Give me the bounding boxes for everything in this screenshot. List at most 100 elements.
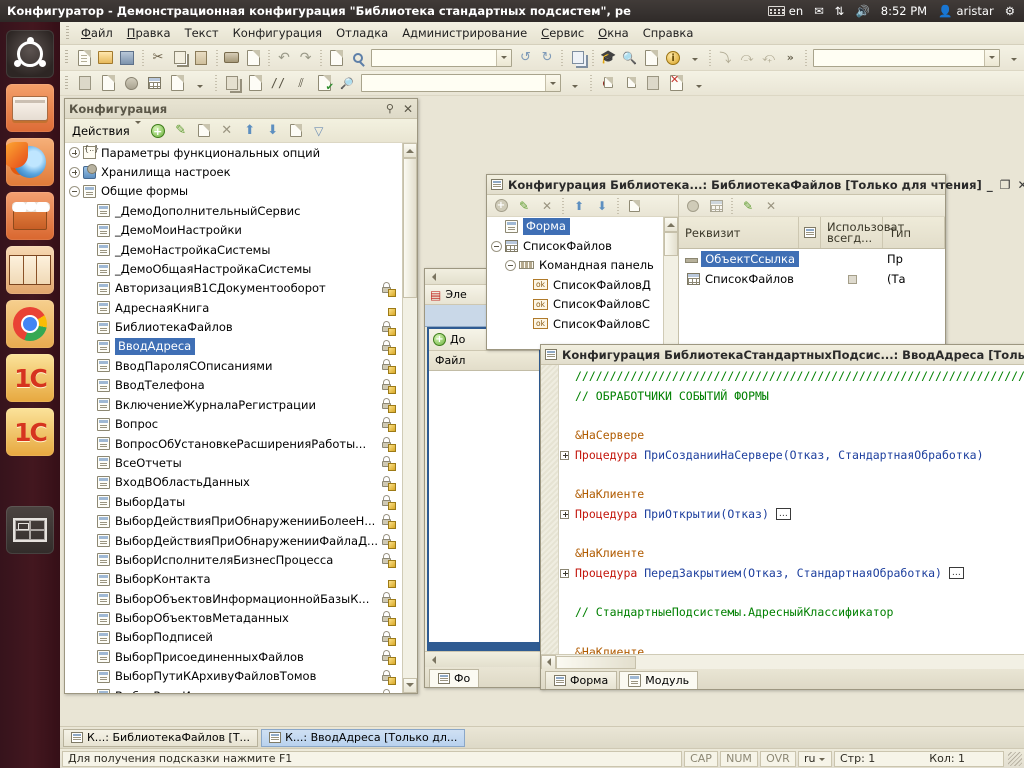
step-over-icon[interactable]: ⤼ (737, 47, 758, 69)
global-search-icon[interactable] (641, 47, 662, 69)
toolbar-combo-2[interactable] (361, 74, 561, 92)
add-attribute-icon[interactable] (682, 195, 704, 217)
launcher-item-1c-enterprise[interactable]: 1C (6, 354, 54, 402)
launcher-item-files[interactable] (6, 84, 54, 132)
toolbar-more-icon[interactable] (564, 72, 586, 94)
pin-icon[interactable]: ⚲ (386, 102, 394, 115)
collapse-icon[interactable] (505, 260, 516, 271)
horizontal-splitter[interactable] (429, 642, 539, 649)
tree-row[interactable]: ВыборИсполнителяБизнесПроцесса (65, 550, 417, 569)
window-tab-vvod-adresa[interactable]: К...: ВводАдреса [Только дл... (261, 729, 465, 747)
new-document-icon[interactable] (74, 47, 95, 69)
tree-row[interactable]: ВводПароляСОписаниями (65, 356, 417, 375)
status-language[interactable]: ru (798, 751, 832, 767)
code-line[interactable] (559, 465, 1024, 485)
disable-breakpoints-icon[interactable] (642, 72, 664, 94)
find-in-file-icon[interactable] (326, 47, 347, 69)
launcher-item-chrome[interactable] (6, 300, 54, 348)
tree-row[interactable]: АвторизацияВ1СДокументооборот (65, 279, 417, 298)
search-input[interactable] (371, 49, 512, 67)
edit-icon[interactable]: ✎ (737, 195, 759, 217)
cut-icon[interactable]: ✂ (148, 47, 169, 69)
window-tab-library-files[interactable]: К...: БиблиотекаФайлов [Т... (63, 729, 258, 747)
gear-icon[interactable]: ⚙ (1005, 4, 1015, 18)
tree-row[interactable]: ВводАдреса (65, 337, 417, 356)
code-line[interactable] (559, 623, 1024, 643)
edit-icon[interactable]: ✎ (513, 195, 535, 217)
add-copy-icon[interactable] (193, 120, 215, 142)
replace-icon[interactable] (244, 72, 266, 94)
delete-icon[interactable]: ✕ (216, 120, 238, 142)
menu-item-text[interactable]: Текст (178, 23, 226, 43)
tree-row[interactable]: _ДемоДополнительныйСервис (65, 201, 417, 220)
fold-toggle-icon[interactable] (560, 451, 569, 460)
menu-item-administration[interactable]: Администрирование (395, 23, 534, 43)
code-text-area[interactable]: ////////////////////////////////////////… (541, 365, 1024, 654)
tree-row[interactable]: АдреснаяКнига (65, 298, 417, 317)
move-up-icon[interactable]: ⬆ (568, 195, 590, 217)
menu-item-service[interactable]: Сервис (534, 23, 591, 43)
tree-row[interactable]: _ДемоОбщаяНастройкаСистемы (65, 259, 417, 278)
add-icon[interactable]: + (433, 333, 446, 346)
code-line[interactable]: &НаКлиенте (559, 544, 1024, 564)
launcher-item-gimp[interactable] (6, 246, 54, 294)
find-previous-icon[interactable]: ↺ (515, 47, 536, 69)
tree-row[interactable]: ВопросОбУстановкеРасширенияРаботы... (65, 434, 417, 453)
launcher-item-ubuntu-dash[interactable] (6, 30, 54, 78)
chevron-down-icon[interactable] (984, 50, 999, 66)
add-icon[interactable]: + (147, 120, 169, 142)
move-down-icon[interactable]: ⬇ (262, 120, 284, 142)
form-elements-scrollbar[interactable] (663, 217, 678, 349)
tree-row[interactable]: ВыборПодписей (65, 628, 417, 647)
code-line[interactable]: // ОБРАБОТЧИКИ СОБЫТИЙ ФОРМЫ (559, 387, 1024, 407)
tree-row[interactable]: БиблиотекаФайлов (65, 318, 417, 337)
volume-icon[interactable]: 🔊 (855, 4, 869, 18)
tree-row[interactable]: ВыборПрисоединенныхФайлов (65, 647, 417, 666)
search-icon[interactable] (348, 47, 369, 69)
redo-icon[interactable]: ↷ (295, 47, 316, 69)
chevron-down-icon[interactable] (496, 50, 511, 66)
fold-toggle-icon[interactable] (560, 510, 569, 519)
tab-module[interactable]: Модуль (619, 671, 698, 689)
file-list-body[interactable] (429, 371, 539, 642)
code-line[interactable]: Процедура ПередЗакрытием(Отказ, Стандарт… (559, 564, 1024, 584)
paste-icon[interactable] (191, 47, 212, 69)
launcher-item-ubuntu-software[interactable] (6, 192, 54, 240)
tree-row[interactable]: СписокФайлов (487, 236, 678, 255)
step-out-icon[interactable]: ⤽ (758, 47, 779, 69)
tree-row[interactable]: ВключениеЖурналаРегистрации (65, 395, 417, 414)
delete-icon[interactable]: ✕ (760, 195, 782, 217)
scroll-left-icon[interactable] (428, 656, 436, 664)
menu-item-file[interactable]: ФФайлайл (74, 23, 120, 43)
tree-row[interactable]: ВыборДействияПриОбнаруженииБолееН... (65, 511, 417, 530)
module-icon[interactable] (74, 72, 96, 94)
comment-icon[interactable]: // (267, 72, 289, 94)
library-files-titlebar[interactable]: Конфигурация Библиотека...: БиблиотекаФа… (487, 175, 945, 195)
tree-row[interactable]: Параметры функциональных опций (65, 143, 417, 162)
toolbar-combo-1[interactable] (813, 49, 1001, 67)
menu-item-edit[interactable]: Правка (120, 23, 178, 43)
delete-icon[interactable]: ✕ (536, 195, 558, 217)
tree-row[interactable]: okСписокФайловС (487, 314, 678, 333)
scroll-down-button[interactable] (403, 678, 417, 693)
toolbar-more-icon[interactable] (1003, 47, 1024, 69)
search-procedure-icon[interactable]: 🔎 (336, 72, 358, 94)
tree-row[interactable]: Хранилища настроек (65, 162, 417, 181)
maximize-button[interactable]: ❐ (1000, 179, 1011, 191)
tree-row[interactable]: ВходВОбластьДанных (65, 473, 417, 492)
uncomment-icon[interactable]: ⫽ (290, 72, 312, 94)
scroll-thumb[interactable] (403, 158, 417, 298)
toolbar-overflow-button[interactable]: » (780, 47, 801, 69)
syntax-assistant-icon[interactable]: 🎓 (598, 47, 619, 69)
grid-icon[interactable] (143, 72, 165, 94)
undo-icon[interactable]: ↶ (274, 47, 295, 69)
save-icon[interactable] (117, 47, 138, 69)
tree-row[interactable]: _ДемоНастройкаСистемы (65, 240, 417, 259)
code-line[interactable] (559, 525, 1024, 545)
chevron-down-icon[interactable] (545, 75, 560, 91)
run-dropdown-icon[interactable] (189, 72, 211, 94)
print-icon[interactable] (222, 47, 243, 69)
keyboard-indicator[interactable]: en (768, 4, 803, 18)
scroll-left-button[interactable] (541, 655, 556, 670)
syntax-check-icon[interactable]: ✔ (313, 72, 335, 94)
